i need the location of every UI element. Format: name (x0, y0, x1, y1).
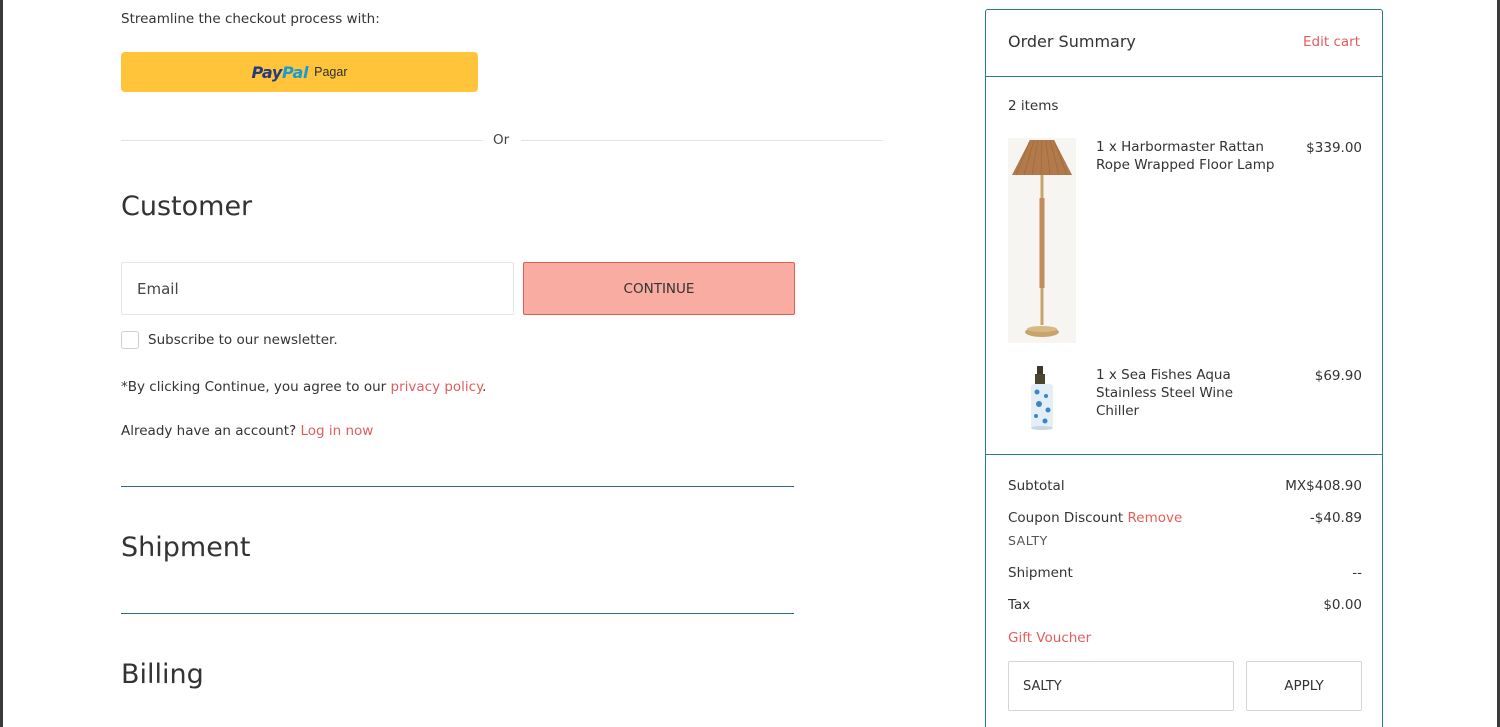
subtotal-label: Subtotal (1008, 478, 1065, 494)
coupon-value: -$40.89 (1309, 510, 1362, 526)
newsletter-row: Subscribe to our newsletter. (121, 331, 338, 349)
gift-voucher-link[interactable]: Gift Voucher (1008, 630, 1091, 646)
privacy-notice: *By clicking Continue, you agree to our … (121, 379, 487, 395)
remove-coupon-link[interactable]: Remove (1127, 510, 1182, 526)
order-items: 2 items 1 x Harbormaster Rattan Rope Wra… (986, 77, 1382, 455)
privacy-policy-link[interactable]: privacy policy (391, 379, 483, 395)
or-text: Or (493, 132, 510, 148)
edit-cart-link[interactable]: Edit cart (1303, 34, 1360, 50)
checkout-page: Streamline the checkout process with: Pa… (3, 0, 1497, 727)
floor-lamp-image (1008, 138, 1076, 343)
separator-line (121, 140, 483, 141)
coupon-row: Coupon Discount Remove -$40.89 (1008, 510, 1362, 526)
item-price: $69.90 (1314, 368, 1362, 384)
item-price: $339.00 (1306, 140, 1362, 156)
billing-heading: Billing (121, 659, 204, 690)
floor-lamp-icon (1008, 138, 1076, 343)
order-summary-title: Order Summary (1008, 32, 1136, 51)
order-summary-header: Order Summary Edit cart (986, 10, 1382, 77)
email-field[interactable] (121, 262, 514, 315)
shipment-row: Shipment -- (1008, 565, 1362, 581)
newsletter-label[interactable]: Subscribe to our newsletter. (148, 332, 338, 348)
shipment-value: -- (1352, 565, 1362, 581)
subtotal-value: MX$408.90 (1285, 478, 1362, 494)
newsletter-checkbox[interactable] (121, 331, 139, 349)
separator-line (521, 140, 883, 141)
section-divider (121, 486, 794, 487)
coupon-code: SALTY (1008, 533, 1048, 548)
shipment-heading: Shipment (121, 532, 251, 563)
wine-chiller-icon (1008, 366, 1076, 434)
streamline-text: Streamline the checkout process with: (121, 11, 380, 27)
paypal-label: Pagar (314, 65, 348, 79)
apply-button[interactable]: APPLY (1246, 661, 1362, 711)
paypal-button[interactable]: PayPal Pagar (121, 52, 478, 92)
customer-heading: Customer (121, 191, 253, 222)
paypal-logo-icon: PayPal (251, 62, 309, 82)
voucher-input[interactable] (1008, 661, 1234, 711)
or-separator: Or (121, 131, 883, 151)
item-name: 1 x Harbormaster Rattan Rope Wrapped Flo… (1096, 139, 1275, 173)
item-name: 1 x Sea Fishes Aqua Stainless Steel Wine… (1096, 367, 1234, 419)
coupon-label: Coupon Discount (1008, 510, 1124, 526)
wine-chiller-image (1008, 366, 1076, 434)
section-divider (121, 613, 794, 614)
subtotal-row: Subtotal MX$408.90 (1008, 478, 1362, 494)
shipment-label: Shipment (1008, 565, 1073, 581)
account-prompt: Already have an account? Log in now (121, 423, 374, 439)
tax-row: Tax $0.00 (1008, 597, 1362, 613)
tax-label: Tax (1008, 597, 1031, 613)
tax-value: $0.00 (1323, 597, 1362, 613)
login-link[interactable]: Log in now (300, 423, 373, 439)
items-count: 2 items (1008, 98, 1059, 114)
order-summary: Order Summary Edit cart 2 items 1 x Harb… (985, 9, 1383, 727)
continue-button[interactable]: CONTINUE (523, 262, 795, 315)
